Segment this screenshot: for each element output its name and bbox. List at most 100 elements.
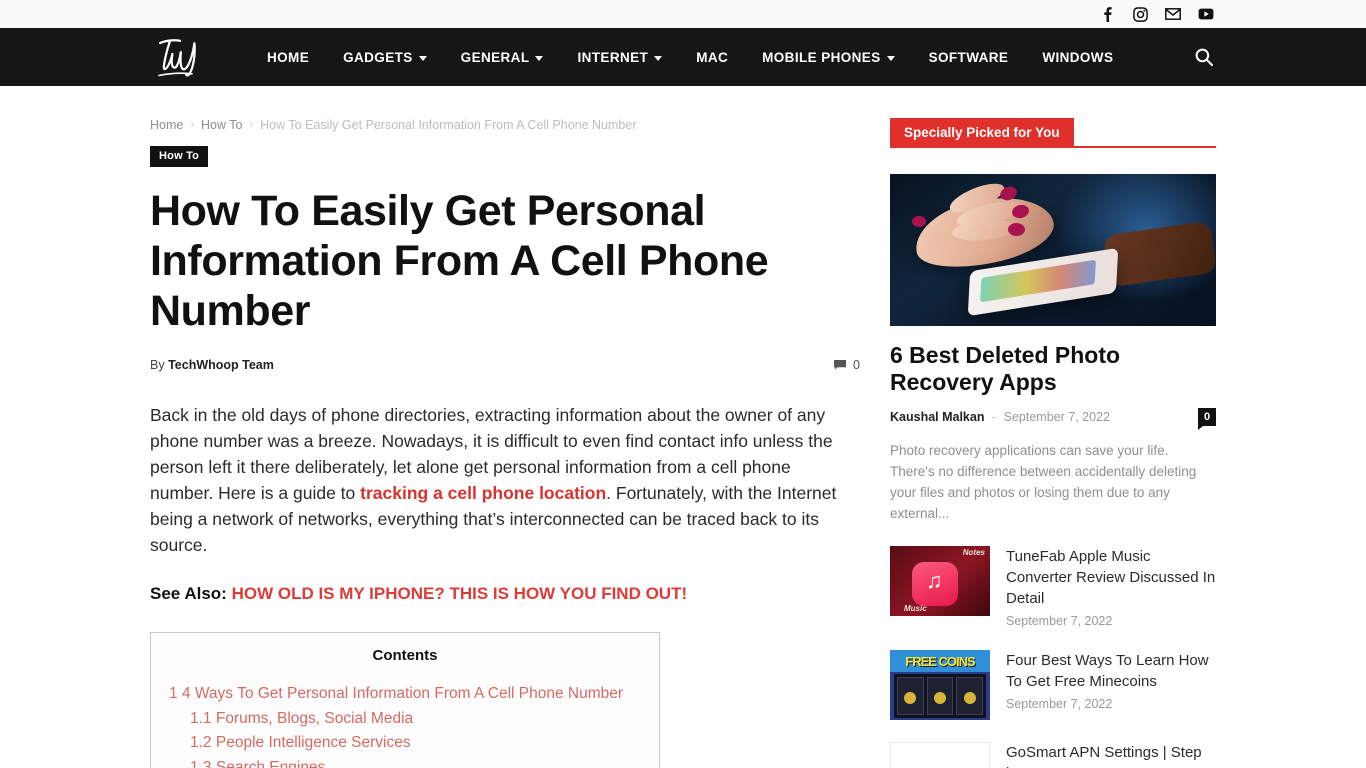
list-item-title[interactable]: Four Best Ways To Learn How To Get Free … — [1006, 650, 1216, 692]
mail-icon[interactable] — [1165, 6, 1181, 22]
nail-shape — [912, 216, 926, 227]
list-item-date: September 7, 2022 — [1006, 697, 1113, 711]
toc-item-label: People Intelligence Services — [215, 734, 411, 751]
inline-link-tracking[interactable]: tracking a cell phone location — [360, 483, 606, 503]
breadcrumb-current: How To Easily Get Personal Information F… — [260, 118, 637, 132]
toc-item-number: 1.1 — [190, 709, 212, 727]
gosmart-logo-thumbnail: GO mobile… — [890, 742, 990, 768]
youtube-icon[interactable] — [1198, 6, 1214, 22]
toc-item[interactable]: 1.1 Forums, Blogs, Social Media — [169, 707, 641, 732]
list-item[interactable]: GO mobile… GoSmart APN Settings | Step b… — [890, 742, 1216, 768]
featured-post-image[interactable] — [890, 174, 1216, 326]
game-cell — [897, 677, 924, 715]
toc-item-label: Search Engines — [215, 758, 326, 768]
featured-post-meta-row: Kaushal Malkan - September 7, 2022 0 — [890, 408, 1216, 430]
comment-count[interactable]: 0 — [833, 358, 860, 372]
thumb-label-top: Notes — [962, 548, 985, 557]
featured-post-excerpt: Photo recovery applications can save you… — [890, 443, 1197, 521]
comment-count-value: 0 — [853, 358, 860, 372]
table-of-contents: Contents 1 4 Ways To Get Personal Inform… — [150, 632, 660, 768]
toc-item-label: 4 Ways To Get Personal Information From … — [181, 685, 624, 702]
nav-item-general[interactable]: GENERAL — [444, 28, 561, 86]
game-cell — [956, 677, 984, 715]
page-body: Home › How To › How To Easily Get Person… — [0, 86, 1366, 768]
featured-comment-count: 0 — [1203, 411, 1211, 423]
nav-item-label: GENERAL — [460, 49, 530, 65]
featured-comment-badge[interactable]: 0 — [1198, 408, 1216, 430]
nav-item-home[interactable]: HOME — [250, 28, 326, 86]
featured-post-date: September 7, 2022 — [1003, 410, 1110, 424]
breadcrumb: Home › How To › How To Easily Get Person… — [150, 118, 860, 132]
see-also-label: See Also: — [150, 584, 227, 603]
toc-item-label: Forums, Blogs, Social Media — [215, 709, 414, 727]
nail-shape — [1008, 223, 1025, 236]
toc-title: Contents — [372, 647, 438, 664]
game-panel — [894, 674, 986, 718]
nav-item-label: WINDOWS — [1042, 49, 1114, 65]
byline: By TechWhoop Team — [150, 358, 274, 372]
sidebar: Specially Picked for You 6 Best Deleted … — [890, 86, 1216, 768]
nav-item-label: MOBILE PHONES — [762, 49, 881, 65]
breadcrumb-home[interactable]: Home — [150, 118, 183, 132]
nav-item-label: SOFTWARE — [928, 49, 1009, 65]
page-title: How To Easily Get Personal Information F… — [150, 187, 769, 335]
breadcrumb-separator: › — [249, 119, 254, 131]
article-column: Home › How To › How To Easily Get Person… — [150, 86, 860, 768]
nav-item-windows[interactable]: WINDOWS — [1025, 28, 1130, 86]
meta-dash: - — [991, 410, 997, 424]
toc-item-number: 1.2 — [190, 734, 212, 751]
nav-item-label: MAC — [696, 49, 729, 65]
toc-item[interactable]: 1.2 People Intelligence Services — [169, 731, 641, 756]
sidebar-heading-label: Specially Picked for You — [890, 118, 1074, 148]
sidebar-heading: Specially Picked for You — [890, 118, 1216, 148]
nav-item-label: INTERNET — [577, 49, 649, 65]
featured-post-title[interactable]: 6 Best Deleted Photo Recovery Apps — [890, 342, 1216, 396]
author-name[interactable]: TechWhoop Team — [168, 358, 274, 372]
nav-item-software[interactable]: SOFTWARE — [912, 28, 1026, 86]
thumb-banner-text: FREE COINS — [890, 650, 990, 672]
nav-items: HOME GADGETS GENERAL INTERNET MAC MOBILE… — [250, 28, 1130, 86]
toc-item[interactable]: 1 4 Ways To Get Personal Information Fro… — [169, 682, 641, 707]
category-badge[interactable]: How To — [150, 146, 209, 167]
comment-bubble-icon — [834, 360, 847, 370]
chevron-down-icon — [886, 55, 895, 61]
nav-item-internet[interactable]: INTERNET — [560, 28, 679, 86]
featured-post-meta: Kaushal Malkan - September 7, 2022 — [890, 410, 1110, 424]
nav-item-label: GADGETS — [343, 49, 413, 65]
toc-item-number: 1.3 — [190, 758, 212, 768]
list-item-text: TuneFab Apple Music Converter Review Dis… — [1006, 546, 1216, 628]
top-social-bar — [0, 0, 1366, 28]
nav-item-mobile-phones[interactable]: MOBILE PHONES — [745, 28, 911, 86]
toc-item[interactable]: 1.3 Search Engines — [169, 756, 641, 768]
article-paragraph: Back in the old days of phone directorie… — [150, 402, 840, 558]
nav-item-mac[interactable]: MAC — [679, 28, 745, 86]
list-item[interactable]: FREE COINS Four Best Ways To Learn How T… — [890, 650, 1216, 720]
list-item-text: Four Best Ways To Learn How To Get Free … — [1006, 650, 1216, 711]
see-also-link[interactable]: HOW OLD IS MY IPHONE? THIS IS HOW YOU FI… — [232, 584, 688, 603]
site-logo[interactable] — [150, 34, 214, 80]
list-item-date: September 7, 2022 — [1006, 614, 1113, 628]
list-item[interactable]: Notes ♫ Music TuneFab Apple Music Conver… — [890, 546, 1216, 628]
apple-music-app-thumbnail: Notes ♫ Music — [890, 546, 990, 616]
list-item-title[interactable]: TuneFab Apple Music Converter Review Dis… — [1006, 546, 1216, 609]
breadcrumb-category[interactable]: How To — [201, 118, 242, 132]
byline-row: By TechWhoop Team 0 — [150, 358, 860, 372]
toc-item-number: 1 — [169, 685, 178, 702]
music-note-icon: ♫ — [926, 568, 943, 593]
game-cell — [926, 677, 954, 715]
search-icon[interactable] — [1192, 45, 1216, 69]
chevron-down-icon — [418, 55, 427, 61]
breadcrumb-separator: › — [190, 119, 195, 131]
list-item-title[interactable]: GoSmart APN Settings | Step by — [1006, 742, 1216, 768]
list-item-text: GoSmart APN Settings | Step by — [1006, 742, 1216, 768]
main-navigation-bar: HOME GADGETS GENERAL INTERNET MAC MOBILE… — [0, 28, 1366, 86]
thumb-label-bottom: Music — [904, 604, 927, 613]
see-also-row: See Also: HOW OLD IS MY IPHONE? THIS IS … — [150, 584, 860, 604]
chevron-down-icon — [535, 55, 544, 61]
facebook-icon[interactable] — [1099, 6, 1115, 22]
by-prefix: By — [150, 358, 165, 372]
featured-post-author[interactable]: Kaushal Malkan — [890, 410, 984, 424]
nav-item-gadgets[interactable]: GADGETS — [326, 28, 444, 86]
chevron-down-icon — [654, 55, 663, 61]
instagram-icon[interactable] — [1132, 6, 1148, 22]
